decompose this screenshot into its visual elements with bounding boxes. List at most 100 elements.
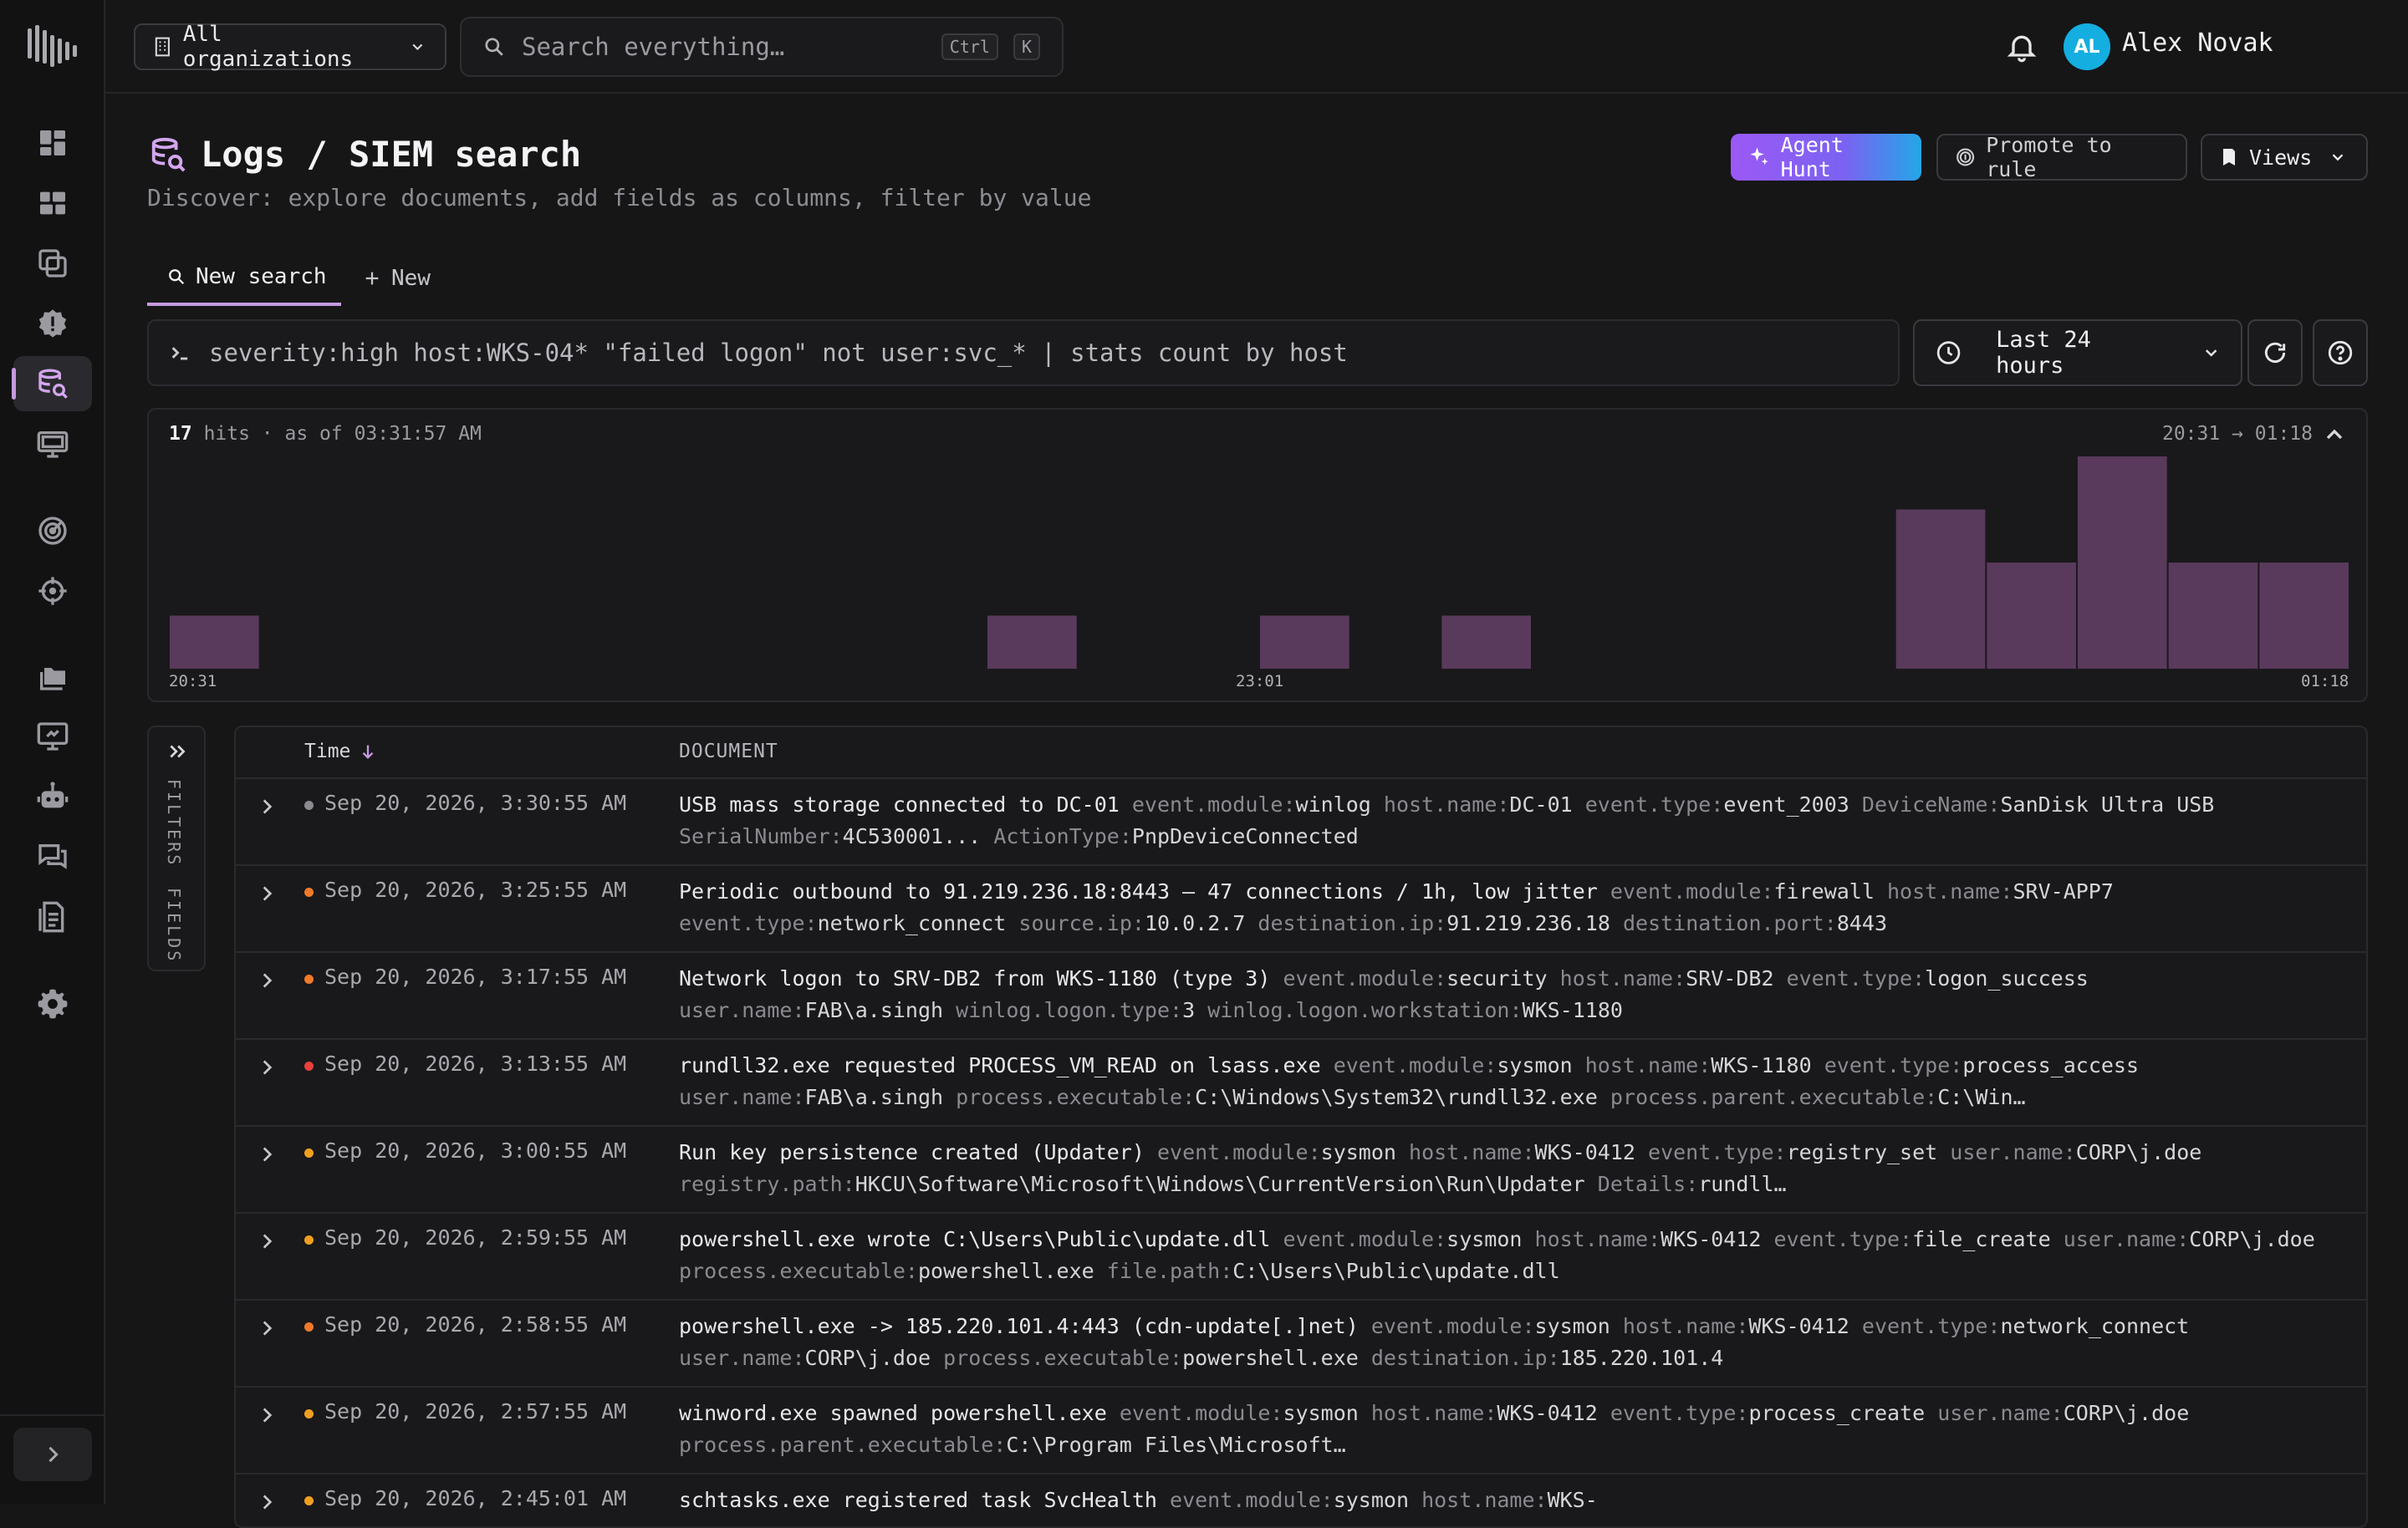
nav-overview[interactable]: [13, 176, 92, 231]
histogram-bar[interactable]: [2078, 456, 2167, 669]
bell-icon[interactable]: [2005, 30, 2038, 64]
field-value[interactable]: sysmon: [1446, 1227, 1522, 1251]
field-value[interactable]: PnpDeviceConnected: [1132, 824, 1359, 848]
global-search-input[interactable]: [520, 32, 926, 62]
field-key[interactable]: event.module:: [1283, 966, 1446, 991]
field-key[interactable]: event.type:: [1787, 966, 1926, 991]
field-key[interactable]: user.name:: [679, 1085, 805, 1109]
field-value[interactable]: event_2003: [1723, 792, 1849, 817]
field-value[interactable]: firewall: [1773, 879, 1874, 904]
field-value[interactable]: rundll…: [1698, 1172, 1786, 1196]
field-value[interactable]: DC-01: [1509, 792, 1572, 817]
field-value[interactable]: logon_success: [1925, 966, 2089, 991]
field-value[interactable]: C:\Users\Public\update.dll: [1232, 1259, 1559, 1283]
field-key[interactable]: user.name:: [679, 998, 805, 1022]
field-value[interactable]: 3: [1182, 998, 1195, 1022]
histogram-bar[interactable]: [1260, 615, 1349, 670]
expand-row-chevron-icon[interactable]: [256, 796, 278, 817]
field-value[interactable]: CORP\j.doe: [2189, 1227, 2315, 1251]
field-value[interactable]: 91.219.236.18: [1446, 911, 1610, 935]
nav-alerts[interactable]: [13, 296, 92, 351]
field-value[interactable]: C:\Program Files\Microsoft…: [1006, 1433, 1345, 1457]
expand-row-chevron-icon[interactable]: [256, 1404, 278, 1426]
avatar[interactable]: AL: [2064, 23, 2110, 70]
field-key[interactable]: event.type:: [1774, 1227, 1913, 1251]
histogram-bar[interactable]: [2168, 563, 2258, 669]
field-key[interactable]: event.module:: [1120, 1401, 1283, 1425]
field-value[interactable]: 4C530001...: [843, 824, 982, 848]
field-key[interactable]: user.name:: [2064, 1227, 2190, 1251]
field-key[interactable]: registry.path:: [679, 1172, 855, 1196]
field-key[interactable]: Details:: [1598, 1172, 1698, 1196]
field-value[interactable]: sysmon: [1497, 1053, 1572, 1077]
field-value[interactable]: sysmon: [1535, 1314, 1610, 1338]
field-key[interactable]: SerialNumber:: [679, 824, 843, 848]
field-value[interactable]: WKS-1180: [1711, 1053, 1811, 1077]
field-value[interactable]: SRV-APP7: [2013, 879, 2113, 904]
field-value[interactable]: SRV-DB2: [1686, 966, 1773, 991]
time-range-select[interactable]: Last 24 hours: [1913, 319, 2242, 386]
field-key[interactable]: event.module:: [1157, 1140, 1321, 1164]
table-row[interactable]: Sep 20, 2026, 3:13:55 AM rundll32.exe req…: [236, 1040, 2366, 1127]
nav-cases[interactable]: [13, 236, 92, 291]
field-value[interactable]: CORP\j.doe: [2076, 1140, 2202, 1164]
field-value[interactable]: CORP\j.doe: [805, 1346, 931, 1370]
field-key[interactable]: event.module:: [1610, 879, 1774, 904]
query-input[interactable]: severity:high host:WKS-04* "failed logon…: [147, 319, 1900, 386]
field-value[interactable]: 185.220.101.4: [1560, 1346, 1724, 1370]
nav-settings[interactable]: [13, 976, 92, 1031]
field-value[interactable]: file_create: [1912, 1227, 2051, 1251]
field-value[interactable]: C:\Win…: [1937, 1085, 2025, 1109]
field-key[interactable]: winlog.logon.type:: [956, 998, 1182, 1022]
views-button[interactable]: Views: [2201, 134, 2368, 181]
nav-logs-search[interactable]: [12, 356, 92, 411]
nav-files[interactable]: [13, 649, 92, 704]
field-key[interactable]: host.name:: [1560, 966, 1686, 991]
double-chevron-right-icon[interactable]: [166, 741, 188, 762]
expand-row-chevron-icon[interactable]: [256, 1143, 278, 1165]
field-value[interactable]: process_access: [1962, 1053, 2139, 1077]
nav-reports[interactable]: [13, 889, 92, 945]
nav-threat-intel[interactable]: [13, 503, 92, 558]
agent-hunt-button[interactable]: Agent Hunt: [1731, 133, 1921, 181]
field-value[interactable]: SanDisk Ultra USB: [2000, 792, 2214, 817]
field-key[interactable]: winlog.logon.workstation:: [1207, 998, 1522, 1022]
field-key[interactable]: host.name:: [1409, 1140, 1535, 1164]
table-row[interactable]: Sep 20, 2026, 3:25:55 AM Periodic outboun…: [236, 866, 2366, 953]
field-value[interactable]: powershell.exe: [1182, 1346, 1359, 1370]
nav-automation[interactable]: [13, 769, 92, 824]
table-row[interactable]: Sep 20, 2026, 2:57:55 AM winword.exe spaw…: [236, 1388, 2366, 1475]
time-column-header[interactable]: Time: [304, 741, 377, 762]
field-value[interactable]: network_connect: [818, 911, 1007, 935]
nav-dashboard[interactable]: [13, 115, 92, 171]
nav-remote[interactable]: [13, 709, 92, 764]
field-value[interactable]: process_create: [1748, 1401, 1925, 1425]
field-key[interactable]: host.name:: [1585, 1053, 1712, 1077]
field-key[interactable]: event.module:: [1283, 1227, 1446, 1251]
field-value[interactable]: sysmon: [1283, 1401, 1358, 1425]
fields-label[interactable]: FIELDS: [164, 888, 184, 963]
promote-to-rule-button[interactable]: Promote to rule: [1936, 133, 2187, 181]
field-key[interactable]: user.name:: [1937, 1401, 2064, 1425]
expand-row-chevron-icon[interactable]: [256, 1491, 278, 1513]
field-value[interactable]: WKS-0412: [1497, 1401, 1597, 1425]
field-key[interactable]: DeviceName:: [1862, 792, 2001, 817]
field-key[interactable]: user.name:: [679, 1346, 805, 1370]
refresh-button[interactable]: [2247, 319, 2303, 386]
field-key[interactable]: event.type:: [679, 911, 818, 935]
field-key[interactable]: event.type:: [1824, 1053, 1963, 1077]
chevron-up-icon[interactable]: [2321, 421, 2348, 448]
expand-row-chevron-icon[interactable]: [256, 1317, 278, 1339]
field-key[interactable]: event.type:: [1862, 1314, 2001, 1338]
histogram-bar[interactable]: [170, 615, 259, 670]
field-key[interactable]: host.name:: [1535, 1227, 1661, 1251]
field-key[interactable]: host.name:: [1887, 879, 2013, 904]
field-key[interactable]: event.module:: [1132, 792, 1296, 817]
table-row[interactable]: Sep 20, 2026, 2:59:55 AM powershell.exe w…: [236, 1214, 2366, 1301]
field-key[interactable]: event.module:: [1334, 1053, 1497, 1077]
field-value[interactable]: WKS-0412: [1661, 1227, 1761, 1251]
field-value[interactable]: registry_set: [1787, 1140, 1938, 1164]
field-key[interactable]: process.parent.executable:: [1610, 1085, 1937, 1109]
field-value[interactable]: WKS-1180: [1523, 998, 1623, 1022]
field-key[interactable]: destination.port:: [1623, 911, 1837, 935]
